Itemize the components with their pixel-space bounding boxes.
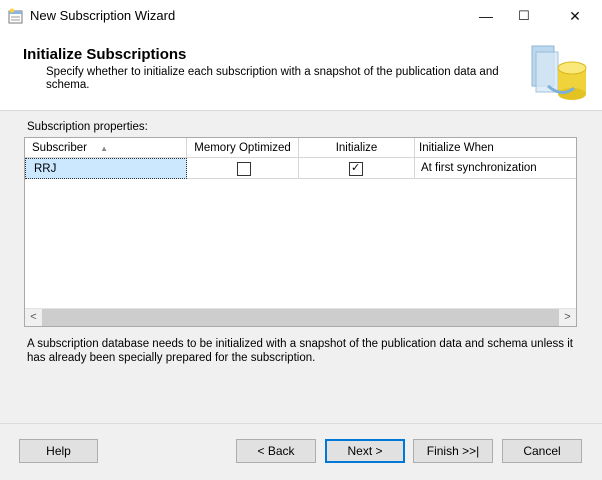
subscription-properties-label: Subscription properties: [27,121,148,133]
initialize-checkbox[interactable]: ✓ [349,162,363,176]
table-row[interactable]: RRJ ✓ At first synchronization [25,158,576,179]
minimize-icon: — [479,8,493,24]
wizard-header: Initialize Subscriptions Specify whether… [0,32,602,111]
scrollbar-thumb[interactable] [42,309,559,326]
column-header-subscriber[interactable]: Subscriber ▲ [25,138,187,158]
horizontal-scrollbar[interactable]: < > [25,308,576,326]
subscription-grid[interactable]: Subscriber ▲ Memory Optimized Initialize… [24,137,577,327]
wizard-app-icon [8,8,23,24]
initialize-cell: ✓ [299,158,415,179]
window-title: New Subscription Wizard [30,8,176,23]
grid-header: Subscriber ▲ Memory Optimized Initialize… [25,138,576,158]
initialize-when-cell[interactable]: At first synchronization [415,158,576,179]
page-title: Initialize Subscriptions [23,46,187,63]
close-button[interactable]: ✕ [552,0,598,32]
next-button[interactable]: Next > [325,439,405,463]
title-bar: New Subscription Wizard — ☐ ✕ [0,0,602,32]
check-icon: ✓ [351,162,361,174]
memory-optimized-checkbox[interactable] [237,162,251,176]
database-icon [531,45,587,100]
close-icon: ✕ [569,7,581,24]
memory-optimized-cell [187,158,299,179]
maximize-button[interactable]: ☐ [501,0,547,32]
help-button[interactable]: Help [19,439,98,463]
maximize-icon: ☐ [518,8,530,23]
cancel-button[interactable]: Cancel [502,439,582,463]
page-subtitle: Specify whether to initialize each subsc… [46,66,499,91]
sort-ascending-icon: ▲ [100,144,109,153]
column-subscriber-label: Subscriber [32,142,87,154]
scroll-right-icon[interactable]: > [559,309,576,326]
finish-button[interactable]: Finish >>| [413,439,493,463]
column-header-memory-optimized[interactable]: Memory Optimized [187,138,299,158]
subscriber-cell[interactable]: RRJ [25,158,187,179]
column-header-initialize[interactable]: Initialize [299,138,415,158]
column-header-initialize-when[interactable]: Initialize When [415,138,576,158]
scroll-left-icon[interactable]: < [25,309,42,326]
back-button[interactable]: < Back [236,439,316,463]
info-text: A subscription database needs to be init… [27,338,573,364]
footer-divider [0,423,602,424]
